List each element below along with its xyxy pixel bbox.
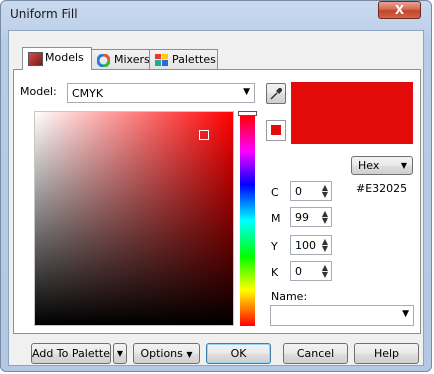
tab-palettes-label: Palettes bbox=[172, 53, 216, 66]
add-to-palette-button[interactable]: Add To Palette bbox=[31, 343, 111, 364]
tab-mixers-label: Mixers bbox=[114, 53, 150, 66]
options-label: Options bbox=[140, 347, 183, 360]
tab-mixers[interactable]: Mixers bbox=[91, 49, 150, 70]
title-bar[interactable]: Uniform Fill bbox=[0, 0, 432, 30]
ok-button[interactable]: OK bbox=[206, 343, 271, 364]
cancel-button[interactable]: Cancel bbox=[283, 343, 348, 364]
spinner-arrows-icon[interactable]: ▲ ▼ bbox=[322, 184, 328, 199]
k-label: K bbox=[271, 266, 279, 279]
m-label: M bbox=[271, 212, 281, 225]
k-field[interactable]: 0 ▲ ▼ bbox=[290, 261, 332, 281]
m-field[interactable]: 99 ▲ ▼ bbox=[290, 207, 332, 227]
mixers-icon bbox=[96, 53, 111, 68]
new-color-preview bbox=[291, 82, 413, 144]
c-label: C bbox=[271, 186, 279, 199]
color-field[interactable] bbox=[34, 111, 234, 326]
cancel-label: Cancel bbox=[296, 347, 335, 360]
chevron-down-icon: ▼ bbox=[402, 309, 409, 319]
k-value: 0 bbox=[295, 265, 302, 278]
close-icon: X bbox=[394, 3, 405, 17]
chevron-down-icon: ▼ bbox=[116, 349, 124, 358]
color-field-marker[interactable] bbox=[199, 130, 209, 140]
ok-label: OK bbox=[230, 347, 247, 360]
tab-models[interactable]: Models bbox=[22, 47, 92, 70]
y-field[interactable]: 100 ▲ ▼ bbox=[290, 235, 332, 255]
name-combobox[interactable]: ▼ bbox=[270, 305, 414, 326]
y-label: Y bbox=[271, 240, 278, 253]
format-dropdown-value: Hex bbox=[358, 159, 380, 172]
hue-slider-handle[interactable] bbox=[238, 111, 257, 116]
old-color-swatch[interactable] bbox=[266, 120, 286, 141]
model-select[interactable]: CMYK ▼ bbox=[67, 83, 255, 103]
add-to-palette-label: Add To Palette bbox=[32, 347, 110, 360]
y-value: 100 bbox=[295, 239, 316, 252]
tab-palettes[interactable]: Palettes bbox=[149, 49, 218, 70]
models-icon bbox=[28, 52, 43, 66]
options-button[interactable]: Options ▼ bbox=[133, 343, 200, 364]
spinner-arrows-icon[interactable]: ▲ ▼ bbox=[322, 210, 328, 225]
dialog-title: Uniform Fill bbox=[10, 7, 78, 21]
hex-value: #E32025 bbox=[356, 182, 408, 195]
model-label: Model: bbox=[20, 85, 57, 98]
hue-slider[interactable] bbox=[240, 115, 255, 326]
add-to-palette-dropdown[interactable]: ▼ bbox=[113, 343, 127, 364]
eyedropper-button[interactable] bbox=[266, 83, 286, 104]
help-button[interactable]: Help bbox=[354, 343, 419, 364]
eyedropper-icon bbox=[270, 87, 283, 100]
close-button[interactable]: X bbox=[378, 1, 421, 19]
chevron-down-icon: ▼ bbox=[400, 161, 407, 170]
chevron-down-icon: ▼ bbox=[186, 350, 193, 359]
tab-models-label: Models bbox=[45, 51, 84, 64]
model-select-value: CMYK bbox=[72, 87, 104, 100]
old-color-chip bbox=[271, 125, 281, 135]
m-value: 99 bbox=[295, 211, 309, 224]
spinner-arrows-icon[interactable]: ▲ ▼ bbox=[322, 238, 328, 253]
palettes-icon bbox=[155, 54, 168, 66]
help-label: Help bbox=[373, 347, 400, 360]
c-field[interactable]: 0 ▲ ▼ bbox=[290, 181, 332, 201]
format-dropdown[interactable]: Hex ▼ bbox=[351, 156, 413, 175]
c-value: 0 bbox=[295, 185, 302, 198]
chevron-down-icon: ▼ bbox=[243, 87, 250, 97]
name-label: Name: bbox=[271, 290, 308, 303]
spinner-arrows-icon[interactable]: ▲ ▼ bbox=[322, 264, 328, 279]
